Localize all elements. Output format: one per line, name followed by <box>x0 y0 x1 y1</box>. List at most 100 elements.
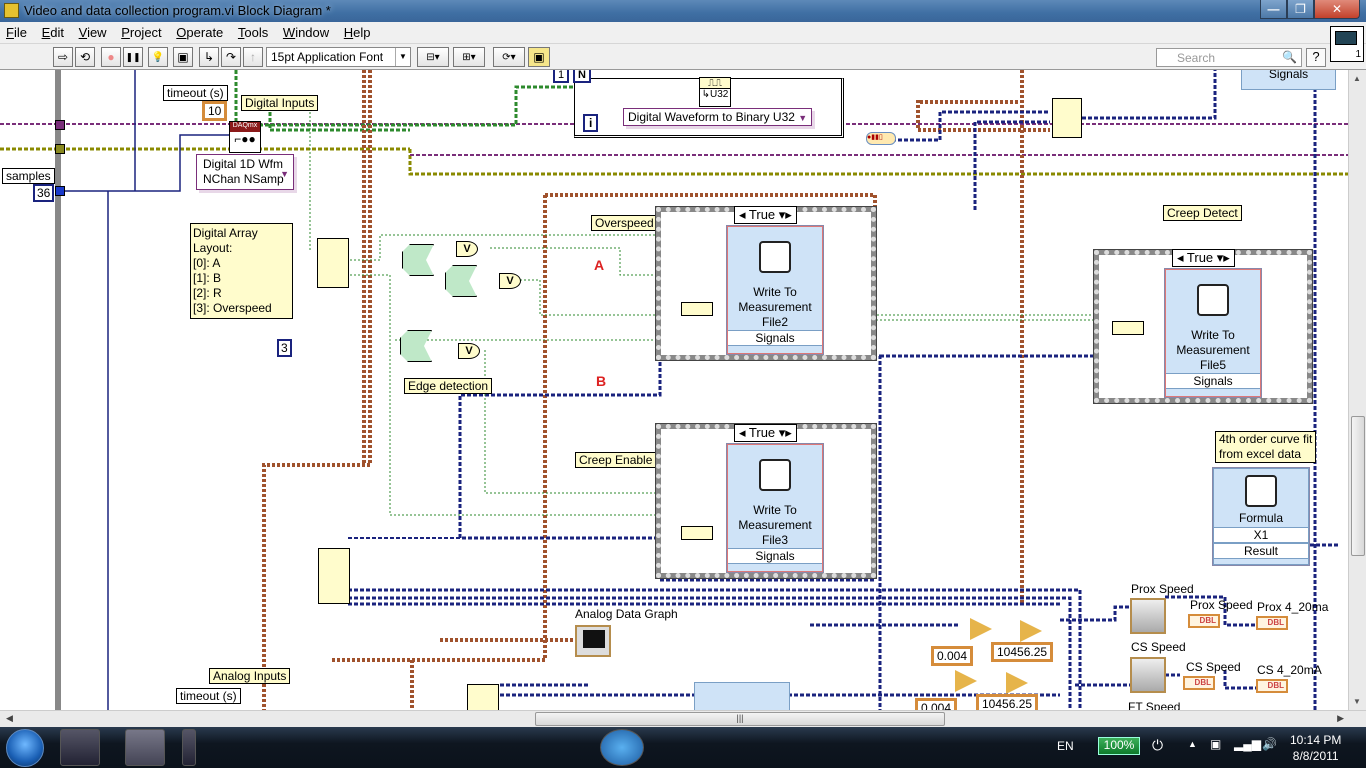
formula-input-x1[interactable]: X1 <box>1214 527 1308 543</box>
step-into-button[interactable]: ↳ <box>199 47 219 67</box>
write-measurement-file2-node[interactable]: Write To Measurement File2 Signals <box>726 225 824 355</box>
context-help-button[interactable]: ? <box>1306 48 1326 67</box>
signals-terminal-3[interactable]: Signals <box>1166 373 1260 389</box>
horizontal-scrollbar[interactable]: ◀ ||| ▶ <box>0 710 1366 727</box>
signals-terminal-top[interactable]: Signals <box>1241 70 1336 90</box>
prox-4-20-indicator[interactable]: DBL <box>1256 616 1288 630</box>
distribute-objects-button[interactable]: ⊞▾ <box>453 47 485 67</box>
action-center-icon[interactable]: ▣ <box>1210 737 1221 751</box>
taskbar-scroll-button[interactable] <box>182 729 196 766</box>
run-continuously-button[interactable]: ⟲ <box>75 47 95 67</box>
prox-speed-indicator[interactable]: DBL <box>1188 614 1220 628</box>
formula-node[interactable]: Formula X1 Result <box>1212 467 1310 566</box>
volume-icon[interactable]: 🔊 <box>1262 737 1277 751</box>
scroll-left-icon[interactable]: ◀ <box>6 713 13 724</box>
select-node-1[interactable] <box>681 302 713 316</box>
show-hidden-icons-icon[interactable]: ▲ <box>1188 739 1197 749</box>
menu-edit[interactable]: Edit <box>36 22 69 40</box>
align-objects-button[interactable]: ⊟▾ <box>417 47 449 67</box>
abort-icon: ● <box>107 50 115 64</box>
daqmx-read-node[interactable]: DAQmx ⌐●● <box>229 121 261 153</box>
subtract-node-1[interactable] <box>970 618 992 640</box>
language-indicator[interactable]: EN <box>1057 739 1074 753</box>
analog-data-graph-terminal[interactable] <box>575 625 611 657</box>
index-array-node[interactable] <box>317 238 349 288</box>
taskbar-labview-app[interactable] <box>125 729 165 766</box>
index-constant[interactable]: 3 <box>277 339 292 357</box>
multiply-node-2[interactable] <box>1006 672 1028 694</box>
highlight-execution-button[interactable]: 💡 <box>148 47 168 67</box>
menu-tools[interactable]: Tools <box>232 22 273 40</box>
signals-terminal-1[interactable]: Signals <box>728 330 822 346</box>
offset-constant-1[interactable]: 0.004 <box>931 646 974 666</box>
cs-speed-gauge[interactable] <box>1130 657 1166 693</box>
samples-constant[interactable]: 36 <box>33 184 55 202</box>
vi-icon[interactable]: 1 <box>1330 26 1364 62</box>
start-button[interactable] <box>6 729 44 767</box>
horizontal-scroll-thumb[interactable]: ||| <box>535 712 945 726</box>
loop-count-constant[interactable]: 1 <box>553 70 570 83</box>
scroll-down-icon[interactable]: ▼ <box>1353 697 1361 706</box>
build-array-node[interactable] <box>1052 98 1082 138</box>
battery-indicator[interactable]: 100% <box>1098 737 1140 755</box>
scroll-up-icon[interactable]: ▲ <box>1353 74 1361 83</box>
power-plug-icon[interactable]: ⏻ <box>1152 737 1163 754</box>
network-signal-icon[interactable]: ▂▄▆ <box>1234 737 1261 751</box>
write-measurement-file5-node[interactable]: Write To Measurement File5 Signals <box>1164 268 1262 398</box>
case-selector-3[interactable]: ◂ True ▾▸ <box>1172 249 1235 267</box>
taskbar-qq-app[interactable] <box>60 729 100 766</box>
clock[interactable]: 10:14 PM 8/8/2011 <box>1290 732 1341 764</box>
run-button[interactable]: ⇨ <box>53 47 73 67</box>
vertical-scrollbar[interactable]: ▲ ▼ <box>1348 70 1366 710</box>
or-gate-3[interactable]: V <box>458 343 480 359</box>
block-diagram-canvas[interactable]: timeout (s) 10 Digital Inputs samples 36… <box>0 70 1348 710</box>
menu-view[interactable]: View <box>73 22 112 40</box>
taskbar-toolbox-app[interactable] <box>600 729 644 766</box>
digital-to-u32-node[interactable]: ⎍⎍ ↳U32 <box>699 77 731 107</box>
offset-constant-2[interactable]: 0.004 <box>915 698 958 710</box>
case-selector-2[interactable]: ◂ True ▾▸ <box>734 424 797 442</box>
multiply-node-1[interactable] <box>1020 620 1042 642</box>
cs-speed-indicator[interactable]: DBL <box>1183 676 1215 690</box>
retain-wire-values-button[interactable]: ▣ <box>173 47 193 67</box>
minimize-button[interactable]: — <box>1260 0 1287 19</box>
menu-operate[interactable]: Operate <box>170 22 228 40</box>
select-node-2[interactable] <box>681 526 713 540</box>
menu-file[interactable]: File <box>0 22 32 40</box>
express-vi-node-bottom[interactable] <box>694 682 790 710</box>
cs-4-20-indicator[interactable]: DBL <box>1256 679 1288 693</box>
daqmx-read-mode-selector[interactable]: Digital 1D Wfm NChan NSamp ▼ <box>196 154 294 190</box>
to-dbl-node[interactable]: ●▮▮▯ <box>866 132 896 145</box>
timeout-constant[interactable]: 10 <box>202 101 228 121</box>
gain-constant-1[interactable]: 10456.25 <box>991 642 1054 662</box>
maximize-button[interactable]: ❐ <box>1287 0 1314 19</box>
prox-speed-gauge[interactable] <box>1130 598 1166 634</box>
or-gate-1[interactable]: V <box>456 241 478 257</box>
menu-window[interactable]: Window <box>277 22 334 40</box>
step-out-button[interactable]: ↑ <box>243 47 263 67</box>
case-selector-1[interactable]: ◂ True ▾▸ <box>734 206 797 224</box>
menu-project[interactable]: Project <box>115 22 166 40</box>
build-array-node-2[interactable] <box>318 548 350 604</box>
build-array-node-3[interactable] <box>467 684 499 710</box>
analog-data-graph-label: Analog Data Graph <box>575 607 678 621</box>
write-measurement-file3-node[interactable]: Write To Measurement File3 Signals <box>726 443 824 573</box>
conversion-type-selector[interactable]: Digital Waveform to Binary U32 ▼ <box>623 108 813 126</box>
gain-constant-2[interactable]: 10456.25 <box>976 694 1039 710</box>
abort-button[interactable]: ● <box>101 47 121 67</box>
formula-output-result[interactable]: Result <box>1214 543 1308 559</box>
subtract-node-2[interactable] <box>955 670 977 692</box>
clean-up-diagram-button[interactable]: ▣ <box>528 47 550 67</box>
close-button[interactable]: ✕ <box>1314 0 1360 19</box>
signals-terminal-2[interactable]: Signals <box>728 548 822 564</box>
or-gate-2[interactable]: V <box>499 273 521 289</box>
scroll-right-icon[interactable]: ▶ <box>1337 713 1344 724</box>
search-input[interactable]: Search 🔍 <box>1156 48 1302 67</box>
select-node-3[interactable] <box>1112 321 1144 335</box>
vertical-scroll-thumb[interactable] <box>1351 416 1365 556</box>
menu-help[interactable]: Help <box>338 22 376 40</box>
reorder-button[interactable]: ⟳▾ <box>493 47 525 67</box>
step-over-button[interactable]: ↷ <box>221 47 241 67</box>
pause-button[interactable]: ❚❚ <box>123 47 143 67</box>
font-selector[interactable]: 15pt Application Font ▼ <box>266 47 411 67</box>
